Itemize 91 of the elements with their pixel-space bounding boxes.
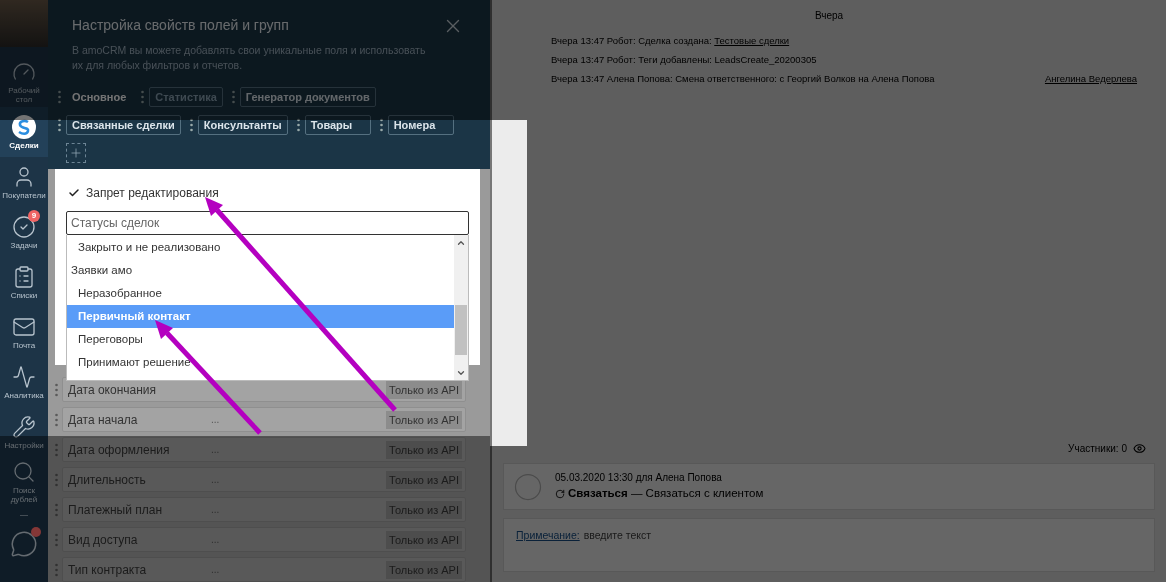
chat-icon[interactable]	[10, 530, 38, 558]
s-logo-icon	[12, 114, 36, 139]
group-tab[interactable]: Генератор документов	[239, 87, 376, 107]
field-label: Платежный план	[68, 501, 164, 519]
status-select-field[interactable]: Статусы сделок	[66, 211, 469, 235]
sidebar-item[interactable]: Сделки	[0, 107, 48, 157]
date-header: Вчера	[814, 9, 844, 23]
author-link[interactable]: Ангелина Ведерлева	[1044, 71, 1137, 87]
group-tab[interactable]: Связанные сделки	[66, 115, 181, 135]
drag-handle-icon[interactable]	[58, 118, 61, 132]
participants-count: Участники: 0	[1068, 442, 1127, 456]
drag-handle-icon[interactable]	[231, 90, 235, 104]
sidebar-label: Поиск дублей	[9, 486, 39, 504]
drag-handle-icon[interactable]	[55, 532, 58, 547]
scrollbar-thumb[interactable]	[455, 305, 467, 355]
drag-handle-icon[interactable]	[379, 118, 383, 132]
sidebar-label: Почта	[11, 340, 37, 350]
panel-title: Настройка свойств полей и групп	[72, 16, 289, 35]
drag-handle-icon[interactable]	[55, 562, 58, 577]
field-label: Дата окончания	[68, 381, 158, 399]
feed-entry: Вчера 13:47 Робот: Теги добавлены: LeadsCreate_20200305	[551, 52, 817, 67]
group-tab[interactable]: Консультанты	[197, 115, 288, 135]
add-group-button[interactable]	[66, 143, 86, 163]
task-title: Связаться — Связаться с клиентом	[568, 486, 764, 502]
field-row[interactable]: Дата начала ... Только из API	[62, 407, 466, 432]
feed-entry: Вчера 13:47 Робот: Сделка создана: Тестовые сделки	[551, 33, 790, 48]
task-meta: 05.03.2020 13:30 для Алена Попова	[555, 471, 723, 486]
scrollbar[interactable]	[454, 235, 468, 380]
sidebar-item[interactable]: Поиск дублей	[0, 457, 48, 507]
sidebar-label: Задачи	[9, 240, 39, 250]
task-status-icon[interactable]	[513, 471, 543, 502]
sidebar-item[interactable]: 9 Задачи	[0, 207, 48, 257]
drag-handle-icon[interactable]	[296, 118, 300, 132]
drag-handle-icon[interactable]	[141, 90, 145, 104]
api-only-tag: Только из API	[386, 410, 462, 429]
field-value: ...	[211, 443, 220, 457]
drag-handle-icon[interactable]	[58, 90, 61, 104]
sidebar-label: Аналитика	[3, 390, 45, 400]
field-value: ...	[211, 473, 220, 487]
field-value: ...	[211, 503, 220, 517]
feed-entry: Вчера 13:47 Алена Попова: Смена ответственного: с Георгий Волков на Алена Попова	[551, 71, 935, 86]
field-label: Длительность	[68, 471, 147, 489]
checkbox-label: Запрет редактирования	[86, 185, 219, 202]
dropdown-option[interactable]: Первичный контакт	[67, 305, 454, 328]
field-label: Дата начала	[68, 411, 139, 429]
note-field[interactable]: Примечание: введите текст	[503, 518, 1155, 572]
sidebar-item[interactable]: Аналитика	[0, 357, 48, 407]
badge: 9	[28, 210, 40, 222]
dropdown-option[interactable]: Заявки амо	[67, 259, 454, 282]
drag-handle-icon[interactable]	[55, 502, 58, 517]
check-circle-icon	[12, 214, 36, 239]
refresh-icon	[555, 489, 565, 499]
sidebar-item[interactable]: Почта	[0, 307, 48, 357]
group-tab[interactable]: Основное	[66, 87, 133, 107]
eye-icon[interactable]	[1133, 442, 1146, 455]
drag-handle-icon[interactable]	[55, 442, 58, 457]
field-label: Тип контракта	[68, 561, 148, 579]
scroll-down-icon[interactable]	[456, 368, 466, 378]
sidebar-label: Настройки	[3, 440, 45, 450]
wrench-icon	[12, 414, 36, 439]
scroll-up-icon[interactable]	[456, 238, 466, 248]
note-input[interactable]: введите текст	[583, 528, 1154, 544]
search-icon	[12, 460, 36, 484]
field-value: ...	[211, 563, 220, 577]
sidebar-label: Сделки	[8, 140, 40, 150]
note-type-link[interactable]: Примечание:	[516, 528, 580, 544]
sidebar-label: Списки	[9, 290, 39, 300]
dropdown-option[interactable]: Неразобранное	[67, 282, 454, 305]
dropdown-option[interactable]: Принимают решение	[67, 351, 454, 374]
sidebar-label: Покупатели	[1, 190, 47, 200]
dropdown-option[interactable]: Закрыто и не реализовано	[67, 236, 454, 259]
field-value: ...	[211, 413, 220, 427]
clipboard-list-icon	[12, 264, 36, 289]
field-value: ...	[211, 533, 220, 547]
drag-handle-icon[interactable]	[55, 382, 58, 397]
drag-handle-icon[interactable]	[55, 412, 58, 427]
group-tab[interactable]: Номера	[387, 115, 454, 135]
sidebar-item[interactable]: Списки	[0, 257, 48, 307]
field-label: Вид доступа	[68, 531, 139, 549]
field-label: Дата оформления	[68, 441, 171, 459]
feed-link[interactable]: Тестовые сделки	[714, 34, 790, 46]
photo-placeholder	[0, 0, 48, 47]
plus-icon	[69, 146, 83, 160]
sidebar-item[interactable]: Настройки	[0, 407, 48, 457]
group-tab[interactable]: Товары	[304, 115, 371, 135]
chart-line-icon	[12, 364, 36, 389]
drag-handle-icon[interactable]	[189, 118, 193, 132]
drag-handle-icon[interactable]	[55, 472, 58, 487]
dropdown-option[interactable]: Переговоры	[67, 328, 454, 351]
sidebar-item[interactable]: Покупатели	[0, 157, 48, 207]
check-icon	[68, 187, 80, 199]
